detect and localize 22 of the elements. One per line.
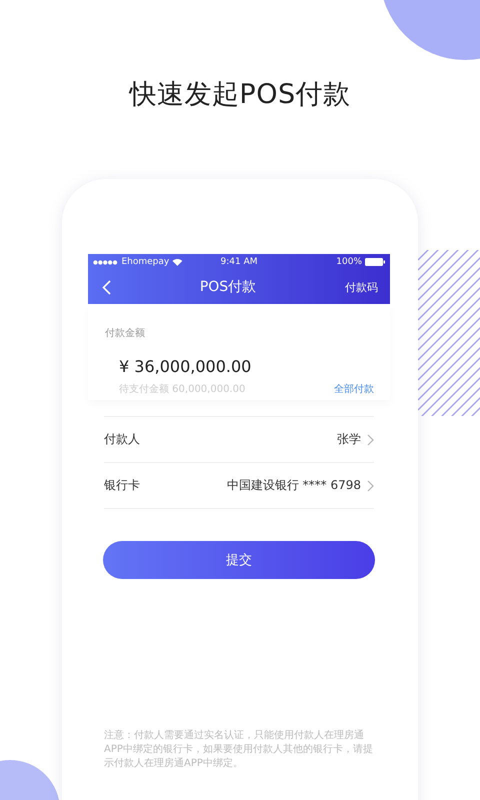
headline: 快速发起POS付款 (129, 78, 351, 112)
form-row[interactable]: 银行卡 中国建设银行 **** 6798 (104, 462, 374, 509)
status-time: 9:41 AM (220, 257, 258, 267)
payment-code-link[interactable]: 付款码 (344, 280, 378, 294)
row-label: 付款人 (104, 431, 140, 448)
signal-icon (93, 260, 118, 264)
form-row[interactable]: 付款人 张学 (104, 416, 374, 462)
wifi-icon (172, 258, 183, 266)
chevron-icon (367, 480, 374, 492)
screen-title: POS付款 (200, 278, 256, 296)
battery-percent: 100% (336, 257, 362, 267)
back-icon[interactable] (102, 280, 111, 294)
notice-text: 注意：付款人需要通过实名认证，只能使用付款人在理房通APP中绑定的银行卡，如果要使用付款人其他的银行卡，请提示付款人在理房通APP中绑定。 (104, 729, 374, 771)
amount-label: 付款金额 (105, 326, 146, 340)
submit-button[interactable]: 提交 (103, 541, 375, 579)
chevron-icon (367, 434, 374, 446)
row-value: 张学 (337, 431, 361, 448)
battery-icon (365, 258, 385, 266)
row-label: 银行卡 (104, 477, 140, 494)
amount-value: ¥ 36,000,000.00 (119, 357, 252, 376)
row-value: 中国建设银行 **** 6798 (226, 477, 361, 494)
carrier-name: Ehomepay (121, 257, 170, 267)
